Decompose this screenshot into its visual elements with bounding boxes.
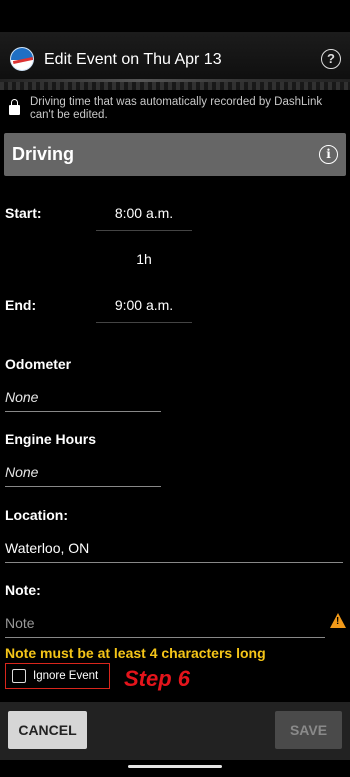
ignore-event-label: Ignore Event <box>33 670 99 682</box>
cancel-button[interactable]: CANCEL <box>8 711 87 749</box>
status-bar <box>0 0 350 32</box>
lock-icon <box>9 99 20 115</box>
app-bar: Edit Event on Thu Apr 13 ? <box>0 32 350 90</box>
read-only-notice: Driving time that was automatically reco… <box>0 95 350 127</box>
page-title: Edit Event on Thu Apr 13 <box>44 51 222 68</box>
help-icon[interactable]: ? <box>321 49 341 69</box>
app-logo-icon <box>10 47 34 71</box>
section-title: Driving <box>12 144 75 164</box>
note-label: Note: <box>5 582 41 598</box>
notice-text: Driving time that was automatically reco… <box>30 96 323 121</box>
start-label: Start: <box>5 205 42 221</box>
gesture-nav-handle[interactable] <box>128 765 222 768</box>
note-input[interactable]: Note <box>5 615 325 638</box>
info-icon[interactable]: i <box>319 145 338 164</box>
location-label: Location: <box>5 507 68 523</box>
start-time-field[interactable]: 8:00 a.m. <box>96 205 192 231</box>
end-time-field[interactable]: 9:00 a.m. <box>96 297 192 323</box>
section-header: Driving i <box>4 133 346 176</box>
duration-value: 1h <box>136 251 152 267</box>
ignore-event-highlight[interactable]: Ignore Event <box>5 663 110 689</box>
engine-hours-field[interactable]: None <box>5 464 161 487</box>
action-bar: CANCEL SAVE <box>0 702 350 760</box>
location-field[interactable]: Waterloo, ON <box>5 540 343 563</box>
save-button[interactable]: SAVE <box>275 711 342 749</box>
ignore-event-checkbox[interactable] <box>12 669 26 683</box>
engine-hours-label: Engine Hours <box>5 431 97 447</box>
odometer-field[interactable]: None <box>5 389 161 412</box>
warning-icon: ! <box>330 613 346 628</box>
step-annotation: Step 6 <box>124 666 191 691</box>
note-error-message: Note must be at least 4 characters long <box>5 645 266 661</box>
road-graphic-stripes <box>0 82 350 90</box>
end-label: End: <box>5 297 37 313</box>
odometer-label: Odometer <box>5 356 72 372</box>
